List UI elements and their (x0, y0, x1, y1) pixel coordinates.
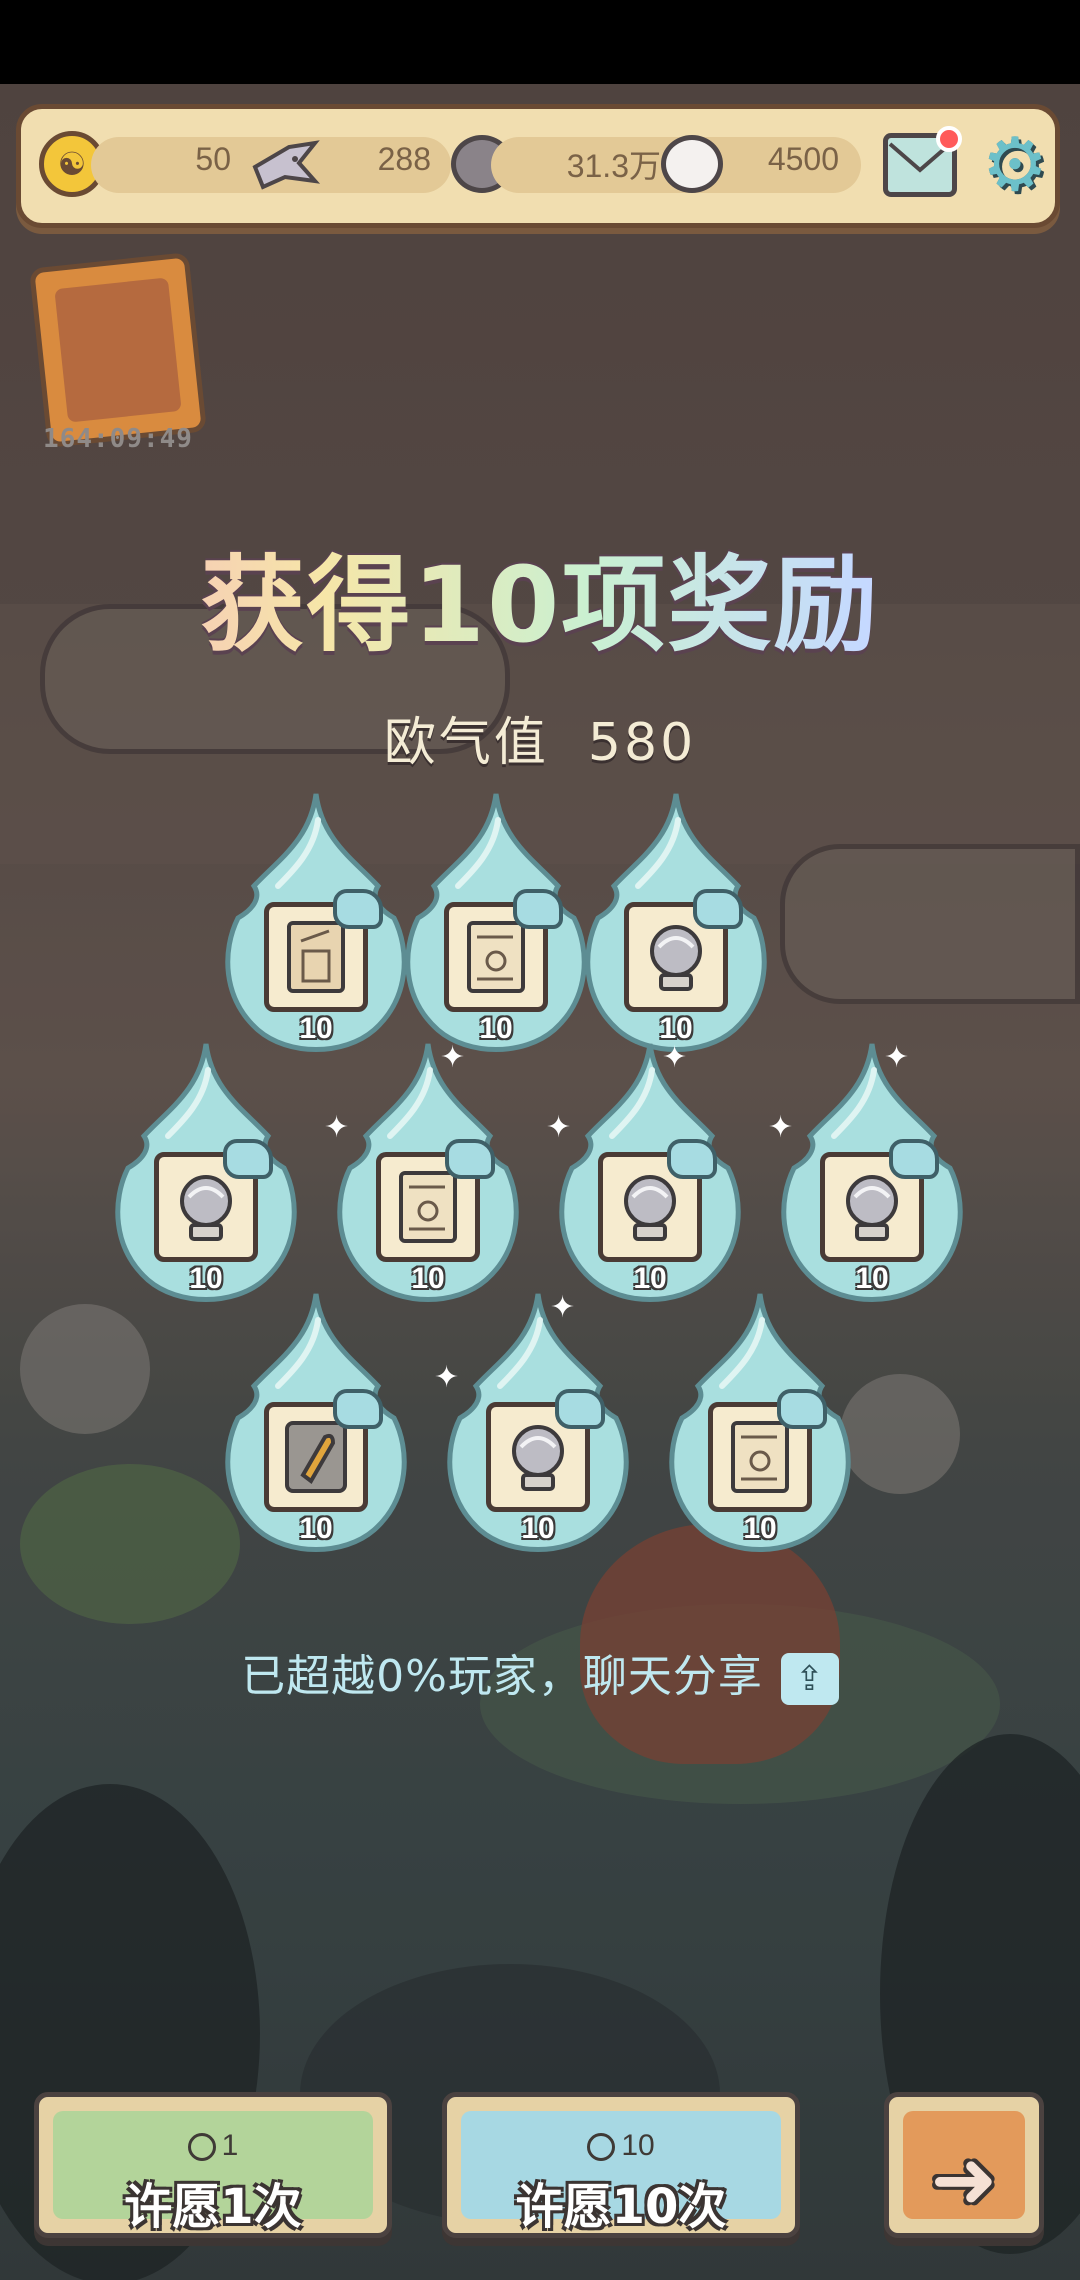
wish-ten-face: 10 许愿10次 (461, 2111, 781, 2235)
reward-card (624, 889, 743, 1012)
reward-item[interactable]: 10 (218, 1290, 414, 1560)
light-orb-icon (661, 135, 723, 193)
sparkle-icon: ✦ (884, 1040, 910, 1075)
spirit-badge-icon (223, 1139, 273, 1179)
sparkle-icon: ✦ (768, 1110, 794, 1145)
wish-once-button[interactable]: 1 许愿1次 (34, 2092, 392, 2238)
reward-item[interactable]: 10 ✦ ✦ (768, 1040, 970, 1310)
reward-card (708, 1389, 827, 1512)
sparkle-icon: ✦ (324, 1110, 350, 1145)
reward-item[interactable]: 10 (578, 790, 774, 1060)
reward-card (154, 1139, 273, 1262)
reward-item[interactable]: 10 (398, 790, 594, 1060)
sparkle-icon: ✦ (434, 1360, 460, 1395)
scroll-tower-icon (281, 917, 351, 997)
spirit-badge-icon (777, 1389, 827, 1429)
reward-card (820, 1139, 939, 1262)
gear-icon[interactable]: ⚙ (975, 125, 1055, 205)
spirit-badge-icon (513, 889, 563, 929)
crystal-ball-icon (837, 1167, 907, 1247)
wish-ten-cost: 10 (461, 2129, 781, 2163)
wish-once-label: 许愿1次 (124, 2179, 302, 2235)
reward-item[interactable]: 10 ✦ ✦ (324, 1040, 526, 1310)
reward-count: 10 (521, 1512, 555, 1545)
spirit-badge-icon (445, 1139, 495, 1179)
next-face: ➜ (903, 2111, 1025, 2226)
notification-dot (936, 126, 962, 152)
luck-row: 欧气值 580 (0, 700, 1080, 775)
luck-label: 欧气值 (383, 713, 549, 773)
crystal-ball-icon (503, 1417, 573, 1497)
reward-title: 获得10项奖励 (0, 520, 1080, 671)
reward-item[interactable]: 10 ✦ ✦ (434, 1290, 636, 1560)
share-icon[interactable]: ⇪ (780, 1653, 839, 1705)
wish-once-cost: 1 (53, 2129, 373, 2163)
wish-ten-button[interactable]: 10 许愿10次 (442, 2092, 800, 2238)
reward-item[interactable]: 10 (662, 1290, 858, 1560)
event-card-art (54, 277, 182, 423)
light-orb-count: 4500 (767, 141, 839, 177)
resource-bar: ☯ 50 288 31.3万 4500 ⚙ (16, 104, 1060, 228)
crystal-ball-icon (615, 1167, 685, 1247)
reward-card (264, 1389, 383, 1512)
event-timer: 164:09:49 (43, 424, 193, 454)
sparkle-icon: ✦ (550, 1290, 576, 1325)
event-card[interactable] (29, 252, 207, 448)
next-button[interactable]: ➜ (884, 2092, 1044, 2238)
wish-once-cost-value: 1 (221, 2129, 239, 2162)
crystal-ball-icon (641, 917, 711, 997)
reward-count: 10 (743, 1512, 777, 1545)
wish-ten-label: 许愿10次 (515, 2179, 727, 2235)
spirit-badge-icon (333, 1389, 383, 1429)
sparkle-icon: ✦ (546, 1110, 572, 1145)
reward-item[interactable]: 10 ✦ ✦ (546, 1040, 748, 1310)
spirit-badge-icon (333, 889, 383, 929)
reward-card (598, 1139, 717, 1262)
spirit-badge-icon (693, 889, 743, 929)
share-row[interactable]: 已超越0%玩家，聊天分享 ⇪ (0, 1640, 1080, 1705)
letter-document-icon (725, 1417, 795, 1497)
wish-once-face: 1 许愿1次 (53, 2111, 373, 2235)
reward-card (376, 1139, 495, 1262)
coin-icon (187, 2133, 216, 2162)
share-text[interactable]: 已超越0%玩家，聊天分享 (241, 1651, 763, 1702)
bullet-icon (281, 1417, 351, 1497)
shell-count: 288 (377, 141, 431, 177)
sparkle-icon: ✦ (662, 1040, 688, 1075)
game-screen: ☯ 50 288 31.3万 4500 ⚙ 164:09:49 获得10项奖励 … (0, 0, 1080, 2280)
dark-orb-count: 31.3万 (566, 148, 661, 184)
spirit-badge-icon (889, 1139, 939, 1179)
wish-ten-cost-value: 10 (621, 2129, 655, 2162)
reward-card (486, 1389, 605, 1512)
swallow-icon (249, 137, 321, 193)
mail-icon[interactable] (883, 126, 962, 197)
reward-card (264, 889, 383, 1012)
reward-count: 10 (299, 1512, 333, 1545)
sparkle-icon: ✦ (440, 1040, 466, 1075)
luck-value: 580 (587, 713, 697, 773)
spirit-badge-icon (555, 1389, 605, 1429)
reward-item[interactable]: 10 (218, 790, 414, 1060)
reward-item[interactable]: 10 (108, 1040, 304, 1310)
coin-icon (587, 2133, 616, 2162)
letter-document-icon (461, 917, 531, 997)
crystal-ball-icon (171, 1167, 241, 1247)
spirit-badge-icon (667, 1139, 717, 1179)
coin-count: 50 (195, 141, 231, 177)
arrow-right-icon: ➜ (930, 2133, 998, 2226)
reward-card (444, 889, 563, 1012)
letter-document-icon (393, 1167, 463, 1247)
